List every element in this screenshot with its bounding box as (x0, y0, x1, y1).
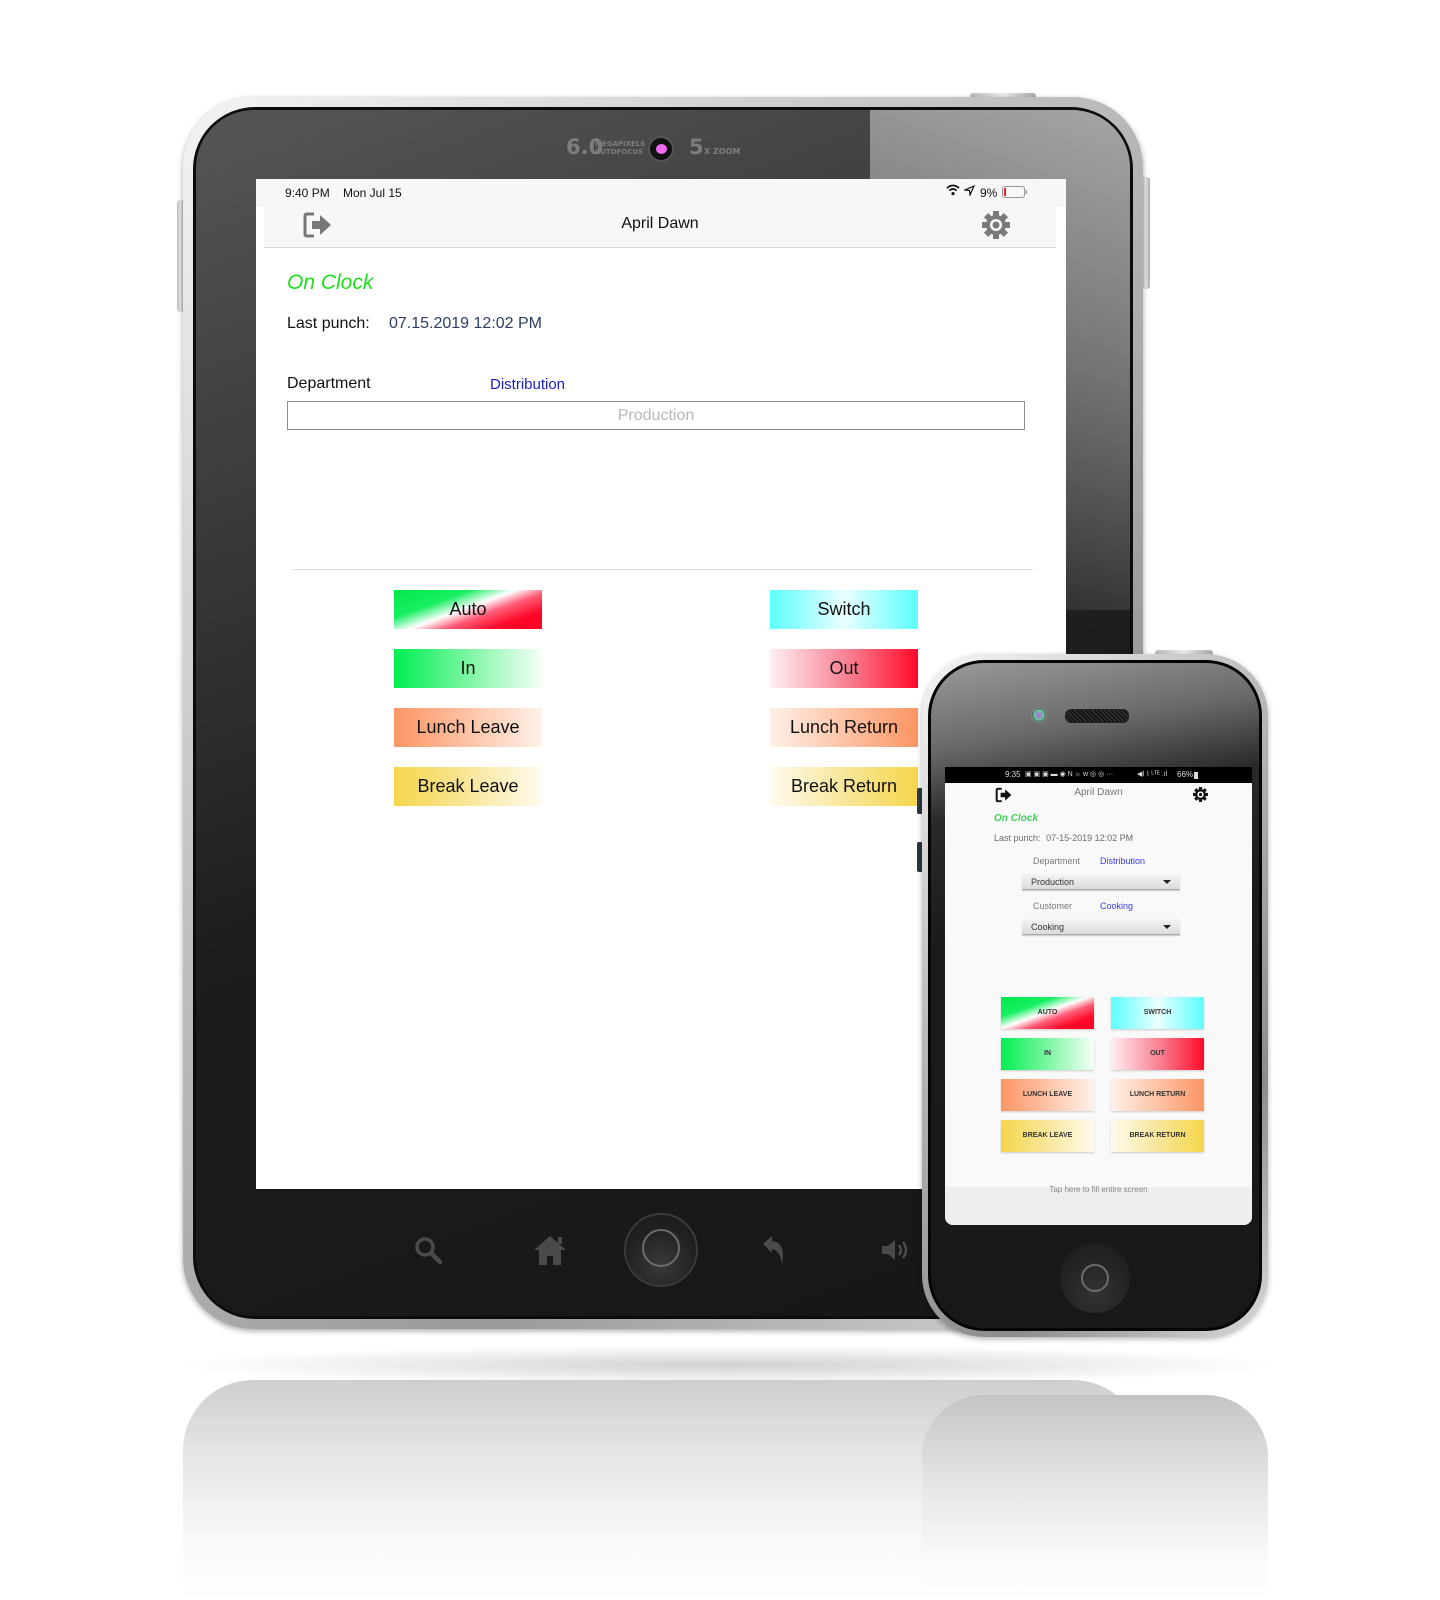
lunch-leave-button[interactable]: Lunch Leave (394, 708, 542, 747)
home-icon[interactable] (532, 1234, 568, 1271)
last-punch-value: 07.15.2019 12:02 PM (389, 315, 543, 332)
phone-speaker (1065, 709, 1129, 723)
phone-lunch-return-button[interactable]: LUNCH RETURN (1111, 1079, 1204, 1111)
divider (292, 569, 1033, 570)
phone-customer-select[interactable]: Cooking (1022, 919, 1180, 935)
phone-department-select-value: Production (1031, 877, 1075, 887)
phone-status-bar: 9:35 ▣ ▣ ▣ ▬ ◉ N ☼ ᴡ ◎ ◎ ··· ◀ǀ ⌇ ᴸᵀᴱ .ı… (945, 767, 1252, 783)
chevron-down-icon (1163, 880, 1171, 884)
phone-signal-icons: ◀ǀ ⌇ ᴸᵀᴱ .ıl (1137, 771, 1168, 778)
tablet-home-button[interactable] (624, 1213, 698, 1287)
phone-in-button[interactable]: IN (1001, 1038, 1094, 1070)
phone-last-punch-label: Last punch: (994, 833, 1041, 843)
wifi-icon (946, 184, 960, 199)
back-icon[interactable] (760, 1234, 788, 1271)
volume-icon[interactable] (880, 1238, 910, 1267)
phone-customer-select-value: Cooking (1031, 922, 1065, 932)
phone-lunch-leave-button[interactable]: LUNCH LEAVE (1001, 1079, 1094, 1111)
auto-button[interactable]: Auto (394, 590, 542, 629)
break-leave-button[interactable]: Break Leave (394, 767, 542, 806)
phone-battery-percent: 66% (1177, 770, 1194, 779)
phone-notification-icons: ▣ ▣ ▣ ▬ ◉ N ☼ ᴡ ◎ ◎ ··· (1025, 771, 1114, 778)
camera-zoom-label: X ZOOM (704, 147, 741, 156)
phone-customer-label: Customer (1033, 901, 1073, 911)
in-button[interactable]: In (394, 649, 542, 688)
battery-icon (1002, 186, 1028, 201)
phone-status-time: 9:35 (1005, 770, 1021, 779)
tablet-status-bar: 9:40 PM Mon Jul 15 9% (256, 179, 1066, 207)
gear-icon[interactable] (1192, 786, 1209, 808)
phone-last-punch-value: 07-15-2019 12:02 PM (1046, 833, 1134, 843)
status-time: 9:40 PM (285, 186, 330, 200)
phone-break-leave-button[interactable]: BREAK LEAVE (1001, 1120, 1094, 1152)
phone-camera-icon (1031, 707, 1047, 723)
battery-percent: 9% (980, 186, 998, 200)
phone-department-value: Distribution (1100, 856, 1146, 866)
lunch-return-button[interactable]: Lunch Return (770, 708, 918, 747)
phone-home-button[interactable] (1060, 1243, 1130, 1313)
camera-lens-icon (648, 136, 674, 162)
location-arrow-icon (962, 184, 976, 199)
phone-screen: 9:35 ▣ ▣ ▣ ▬ ◉ N ☼ ᴡ ◎ ◎ ··· ◀ǀ ⌇ ᴸᵀᴱ .ı… (945, 767, 1252, 1225)
out-button[interactable]: Out (770, 649, 918, 688)
camera-megapixels-label: MEGAPIXELS (595, 140, 646, 148)
phone-out-button[interactable]: OUT (1111, 1038, 1204, 1070)
gear-icon[interactable] (980, 209, 1012, 246)
phone-break-return-button[interactable]: BREAK RETURN (1111, 1120, 1204, 1152)
last-punch-label: Last punch: (287, 315, 370, 332)
fill-screen-link[interactable]: Tap here to fill entire screen (945, 1185, 1252, 1194)
phone-department-label: Department (1033, 856, 1081, 866)
floor-shadow (170, 1345, 1290, 1385)
phone-clock-status: On Clock (994, 813, 1038, 824)
phone-reflection (922, 1395, 1268, 1600)
phone-customer-value: Cooking (1100, 901, 1134, 911)
tablet-nav-title: April Dawn (621, 215, 699, 232)
phone-auto-button[interactable]: AUTO (1001, 997, 1094, 1029)
camera-spec-label: MEGAPIXELS AUTOFOCUS (595, 140, 645, 156)
phone-department-select[interactable]: Production (1022, 874, 1180, 890)
camera-autofocus-label: AUTOFOCUS (595, 148, 644, 156)
camera-zoom-number: 5 (689, 135, 704, 159)
department-input[interactable]: Production (287, 401, 1025, 430)
clock-status: On Clock (287, 271, 374, 294)
tablet-nav-bar: April Dawn (264, 207, 1056, 248)
phone-switch-button[interactable]: SWITCH (1111, 997, 1204, 1029)
status-date: Mon Jul 15 (343, 186, 402, 200)
break-return-button[interactable]: Break Return (770, 767, 918, 806)
search-icon[interactable] (414, 1236, 444, 1271)
switch-button[interactable]: Switch (770, 590, 918, 629)
department-value: Distribution (490, 376, 566, 393)
phone-last-punch: Last punch: 07-15-2019 12:02 PM (994, 833, 1133, 843)
department-label: Department (287, 375, 371, 392)
phone-battery-icon (1194, 772, 1198, 779)
chevron-down-icon (1163, 925, 1171, 929)
